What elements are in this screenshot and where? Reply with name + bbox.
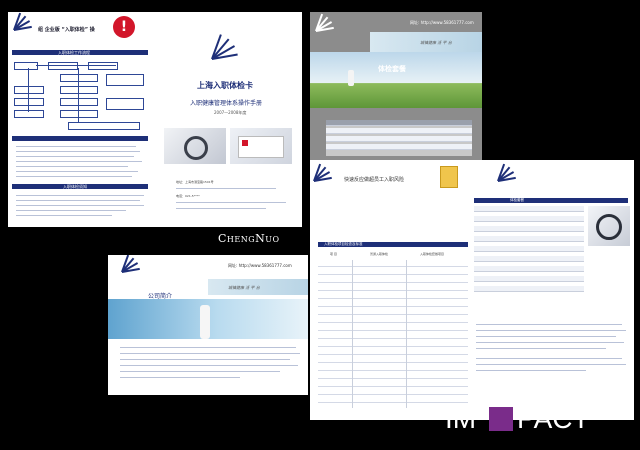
book-icon [440, 166, 458, 188]
red-cross-icon [242, 140, 248, 146]
notice-section-title: 入职体检须知 [63, 184, 87, 189]
brochure-panel-cover: 上海入职体检卡 入职健康管理体系操作手册 2007—2008年度 地址：上海市漕… [152, 12, 302, 227]
text-line [16, 215, 112, 216]
text-line [120, 347, 296, 348]
flow-box [60, 86, 98, 94]
stethoscope-card-photo [588, 206, 630, 246]
company-logo-icon [121, 255, 140, 275]
flow-box [48, 62, 78, 70]
text-line [176, 208, 266, 209]
text-line [16, 205, 144, 206]
manual-subtitle: 入职健康管理体系操作手册 [190, 100, 263, 107]
field-photo [310, 52, 482, 108]
text-line [120, 371, 280, 372]
banner-slogan: 城镇健康 活 平 台 [420, 40, 452, 45]
woman-figure [200, 305, 210, 339]
flow-box [106, 98, 144, 110]
child-figure [348, 70, 354, 86]
flow-box [14, 110, 44, 118]
brochure-panel-intro: 网址: http://www.58361777.com 城镇健康 活 平 台 公… [108, 255, 308, 395]
flow-connector [78, 68, 79, 122]
flow-box [60, 74, 98, 82]
package-table [326, 120, 472, 156]
cover-phone: 电话：021-5**** [176, 194, 200, 198]
manual-years: 2007—2008年度 [214, 110, 247, 115]
text-line [16, 151, 140, 152]
text-line [16, 210, 126, 211]
brochure-panel-flowchart: 组 企业版 “入职体检” 操 ! 入职体检工作流程 入职体检须知 [8, 12, 152, 227]
intro-website-url: 网址: http://www.58361777.com [228, 263, 292, 268]
text-line [120, 365, 298, 366]
col-header-item: 项 目 [330, 252, 337, 256]
company-logo-icon [313, 163, 332, 184]
text-line [16, 176, 132, 177]
company-logo-icon [497, 163, 516, 184]
flow-connector [28, 68, 29, 112]
col-header-package: 入职体检套餐项目 [420, 252, 445, 256]
company-logo-icon [315, 13, 334, 34]
health-card-photo [230, 128, 292, 164]
table-page-title: 快速反应做超员工入职风险 [344, 177, 405, 183]
text-line [176, 188, 276, 189]
flow-box [14, 98, 44, 106]
exclamation-icon: ! [113, 16, 135, 38]
items-table [318, 260, 468, 410]
flow-connector [36, 65, 116, 66]
text-line [120, 359, 290, 360]
table-header-bar-right [474, 198, 628, 203]
package-table-right [474, 206, 584, 296]
company-logo-icon [13, 12, 32, 33]
cover-address: 地址：上海市漕宝路1501号 [176, 180, 214, 184]
table-title: 入职体检项目检查及标准 [324, 242, 363, 246]
flowchart-section-title: 入职体检工作流程 [58, 50, 90, 55]
flow-box [88, 62, 118, 70]
brochure-panel-packages: 网址: http://www.58361777.com 城镇健康 活 平 台 体… [310, 12, 482, 164]
flow-box [14, 86, 44, 94]
intro-banner-slogan: 城镇健康 活 平 台 [228, 285, 260, 290]
summary-text-block [476, 324, 626, 384]
flowchart-page-heading: 组 企业版 “入职体检” 操 [38, 27, 95, 33]
brochure-panel-table: 快速反应做超员工入职风险 入职体检项目检查及标准 体检套餐 项 目 普通入职体检… [310, 160, 634, 420]
company-logo-icon [211, 34, 238, 62]
text-line [16, 166, 128, 167]
flow-box [14, 62, 38, 70]
text-line [120, 353, 300, 354]
table-title-right: 体检套餐 [510, 198, 524, 202]
flow-box [60, 110, 98, 118]
text-line [16, 161, 142, 162]
flow-box [106, 74, 144, 86]
col-header-basic: 普通入职体检 [370, 252, 389, 256]
impact-logo-left: IM [445, 403, 477, 434]
package-section-title: 体检套餐 [378, 65, 406, 73]
text-line [16, 146, 136, 147]
stethoscope-photo [164, 128, 226, 164]
text-line [16, 200, 140, 201]
flow-box [68, 122, 140, 130]
text-line [16, 171, 138, 172]
designer-signature: ChengNuo [218, 232, 280, 245]
card-title: 上海入职体检卡 [197, 81, 253, 90]
sky-photo [108, 299, 308, 339]
text-line [120, 377, 240, 378]
impact-logo-mark [489, 407, 513, 431]
flow-box [60, 98, 98, 106]
website-url: 网址: http://www.58361777.com [410, 20, 474, 25]
text-line [16, 195, 144, 196]
text-line [16, 156, 134, 157]
text-line [176, 202, 286, 203]
impact-logo-right: PACT [517, 403, 590, 434]
section-title-bar [12, 136, 148, 141]
